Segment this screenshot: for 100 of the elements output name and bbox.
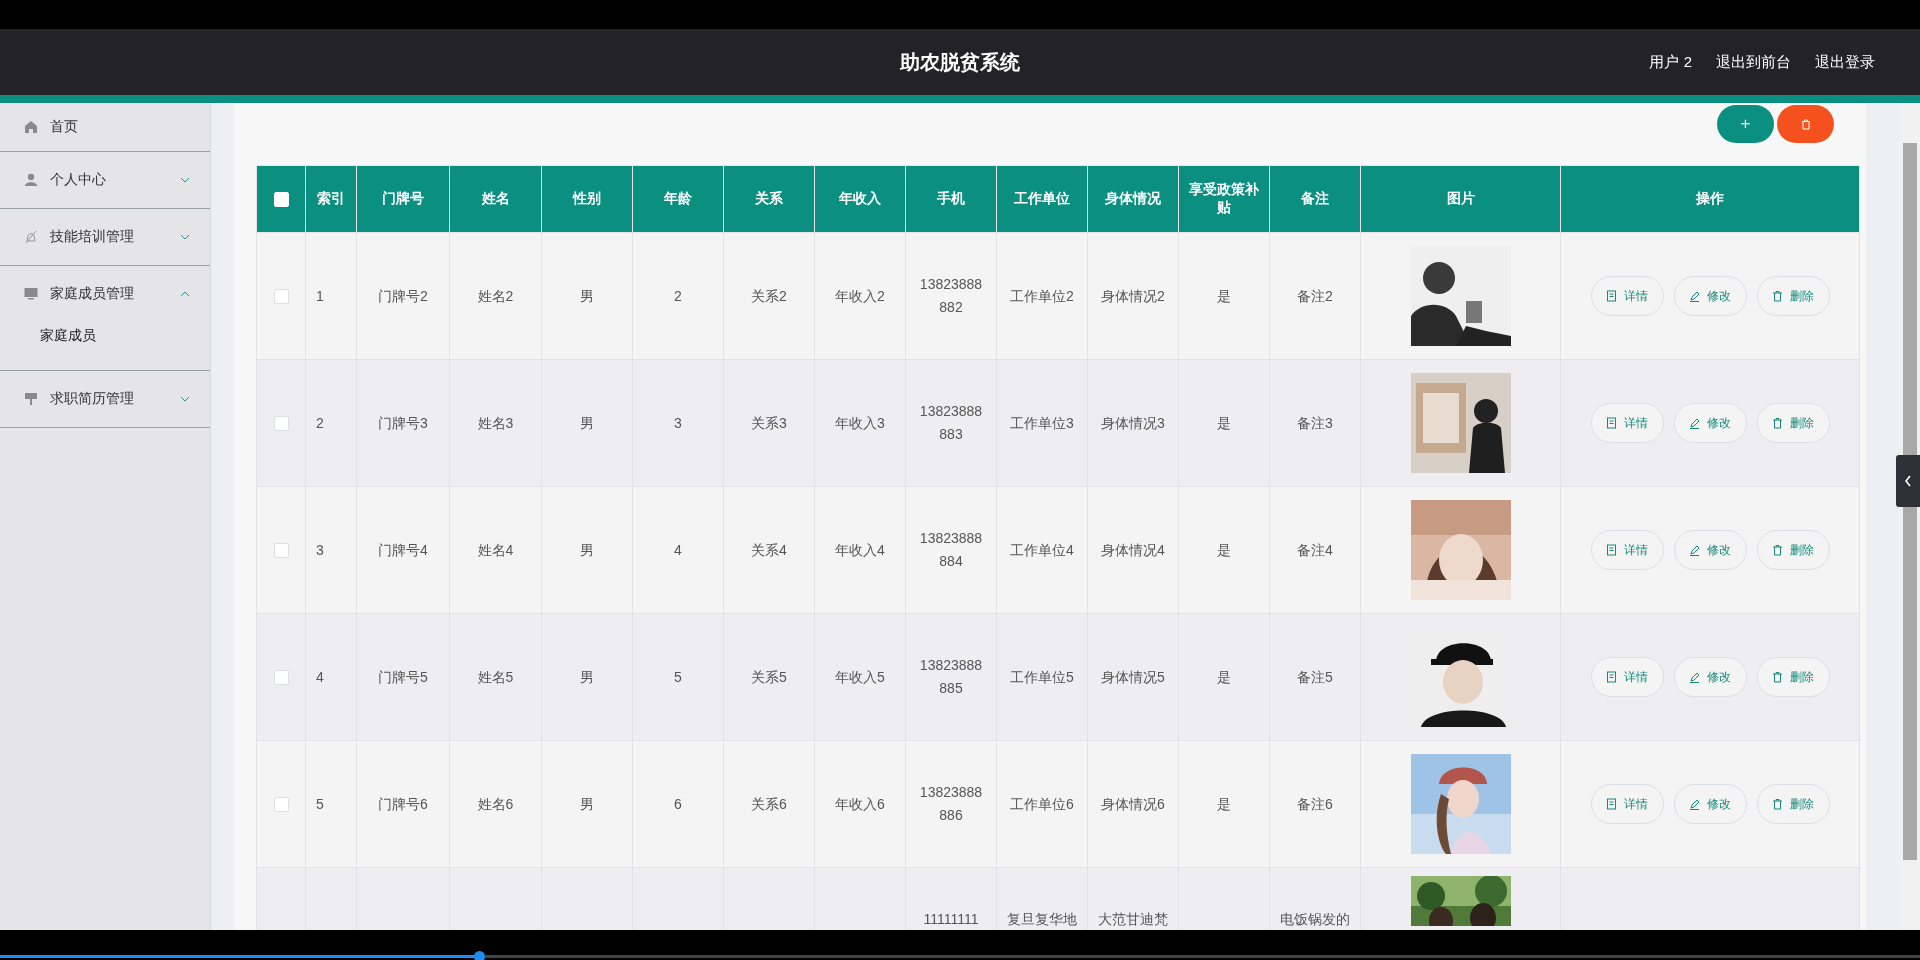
add-button[interactable]: + — [1717, 105, 1774, 143]
table-cell: 备注5 — [1297, 668, 1333, 685]
delete-row-button[interactable]: 删除 — [1756, 657, 1830, 697]
delete-button[interactable] — [1777, 105, 1834, 143]
delete-row-button[interactable]: 删除 — [1756, 530, 1830, 570]
table-cell: 男 — [580, 795, 594, 812]
table-cell: 是 — [1217, 414, 1231, 431]
table-cell: 是 — [1217, 287, 1231, 304]
delete-row-button[interactable]: 删除 — [1756, 276, 1830, 316]
edit-button[interactable]: 修改 — [1673, 276, 1747, 316]
table-cell: 工作单位5 — [1010, 668, 1074, 685]
table-cell: 男 — [580, 287, 594, 304]
details-button[interactable]: 详情 — [1590, 530, 1664, 570]
checkbox[interactable] — [273, 543, 289, 559]
document-icon — [1606, 798, 1618, 810]
header-link[interactable]: 退出登录 — [1815, 52, 1875, 72]
edit-button[interactable]: 修改 — [1673, 657, 1747, 697]
edit-button[interactable]: 修改 — [1673, 530, 1747, 570]
trash-icon — [1772, 671, 1784, 683]
table-cell: 5 — [674, 668, 682, 685]
column-header: 索引 — [317, 190, 345, 206]
table-cell: 11111111 — [923, 911, 979, 927]
table-cell: 门牌号5 — [378, 668, 428, 685]
document-icon — [1606, 671, 1618, 683]
delete-row-button[interactable]: 删除 — [1756, 784, 1830, 824]
table-cell: 13823888885 — [919, 657, 983, 696]
table-cell: 年收入6 — [835, 795, 885, 812]
chevron-left-icon — [1903, 474, 1913, 488]
checkbox[interactable] — [273, 416, 289, 432]
checkbox[interactable] — [273, 289, 289, 305]
table-cell: 2 — [316, 414, 324, 431]
table-cell: 门牌号2 — [378, 287, 428, 304]
delete-row-button[interactable]: 删除 — [1756, 403, 1830, 443]
table-cell: 工作单位2 — [1010, 287, 1074, 304]
checkbox[interactable] — [273, 670, 289, 686]
table-cell: 13823888883 — [919, 403, 983, 442]
table-cell: 门牌号4 — [378, 541, 428, 558]
edit-button[interactable]: 修改 — [1673, 784, 1747, 824]
bell-off-icon — [24, 230, 38, 244]
table-cell: 1 — [316, 287, 324, 304]
table-cell: 备注2 — [1297, 287, 1333, 304]
column-header: 享受政策补贴 — [1189, 181, 1259, 215]
column-header: 身体情况 — [1105, 190, 1161, 206]
table-cell: 4 — [316, 668, 324, 685]
table-cell: 是 — [1217, 541, 1231, 558]
details-button[interactable]: 详情 — [1590, 784, 1664, 824]
pencil-icon — [1689, 544, 1701, 556]
progress-handle[interactable] — [474, 951, 485, 960]
table-cell: 13823888882 — [919, 276, 983, 315]
pencil-icon — [1689, 417, 1701, 429]
trash-icon — [1772, 544, 1784, 556]
table-cell: 关系6 — [751, 795, 787, 812]
column-header: 工作单位 — [1014, 190, 1070, 206]
sidebar-item[interactable]: 求职简历管理 — [0, 371, 210, 427]
table-cell: 年收入4 — [835, 541, 885, 558]
sidebar-item[interactable]: 个人中心 — [0, 152, 210, 208]
table-cell: 13823888886 — [919, 784, 983, 823]
table-cell: 关系2 — [751, 287, 787, 304]
table-cell: 姓名6 — [477, 795, 514, 812]
column-header: 图片 — [1446, 190, 1475, 206]
table-cell: 身体情况6 — [1101, 795, 1165, 812]
column-header: 备注 — [1301, 190, 1329, 206]
progress-track[interactable] — [0, 955, 1920, 958]
column-header: 操作 — [1696, 190, 1724, 206]
table-cell: 13823888884 — [919, 530, 983, 569]
sidebar-item[interactable]: 技能培训管理 — [0, 209, 210, 265]
table-cell: 是 — [1217, 795, 1231, 812]
table-cell: 3 — [674, 414, 682, 431]
trash-icon — [1800, 118, 1811, 130]
table-cell: 复旦复华地 — [1007, 911, 1077, 927]
checkbox[interactable] — [273, 797, 289, 813]
table-cell: 备注3 — [1297, 414, 1333, 431]
document-icon — [1606, 417, 1618, 429]
table-cell: 门牌号6 — [378, 795, 428, 812]
sidebar-item[interactable]: 首页 — [0, 103, 210, 151]
header-link[interactable]: 用户 2 — [1649, 52, 1692, 72]
column-header: 手机 — [937, 190, 965, 206]
header-link[interactable]: 退出到前台 — [1716, 52, 1791, 72]
table-cell: 身体情况5 — [1101, 668, 1165, 685]
edit-button[interactable]: 修改 — [1673, 403, 1747, 443]
monitor-icon — [24, 287, 38, 301]
details-button[interactable]: 详情 — [1590, 657, 1664, 697]
details-button[interactable]: 详情 — [1590, 403, 1664, 443]
table-cell: 工作单位6 — [1010, 795, 1074, 812]
table-cell: 年收入5 — [835, 668, 885, 685]
details-button[interactable]: 详情 — [1590, 276, 1664, 316]
column-header: 年收入 — [839, 190, 881, 206]
trash-icon — [1772, 290, 1784, 302]
table-cell: 备注4 — [1297, 541, 1333, 558]
table-cell: 大范甘迪梵 — [1098, 911, 1168, 927]
person-icon — [24, 173, 38, 187]
collapse-handle[interactable] — [1896, 455, 1920, 507]
table-cell: 关系4 — [751, 541, 787, 558]
trash-icon — [1772, 417, 1784, 429]
table-cell: 身体情况4 — [1101, 541, 1165, 558]
table-cell: 关系3 — [751, 414, 787, 431]
table-cell: 备注6 — [1297, 795, 1333, 812]
pencil-icon — [1689, 671, 1701, 683]
table-cell: 工作单位4 — [1010, 541, 1074, 558]
trash-icon — [1772, 798, 1784, 810]
